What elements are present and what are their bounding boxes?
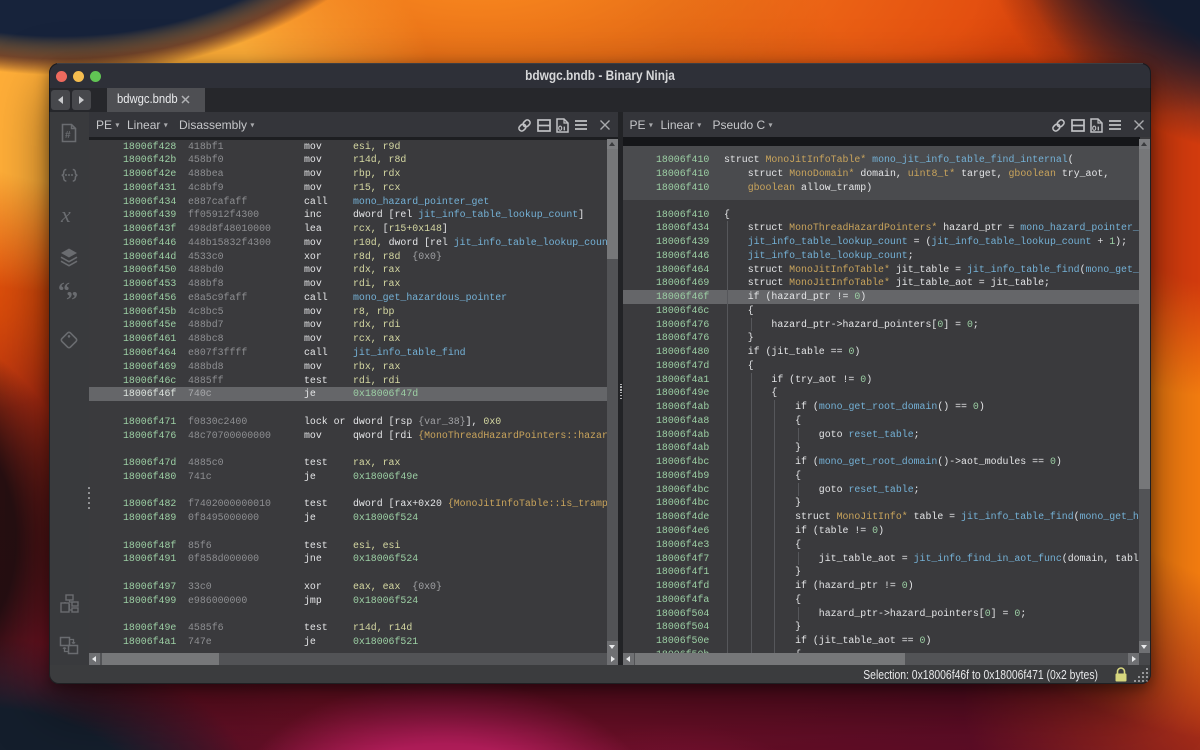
- svg-text:#: #: [65, 130, 71, 141]
